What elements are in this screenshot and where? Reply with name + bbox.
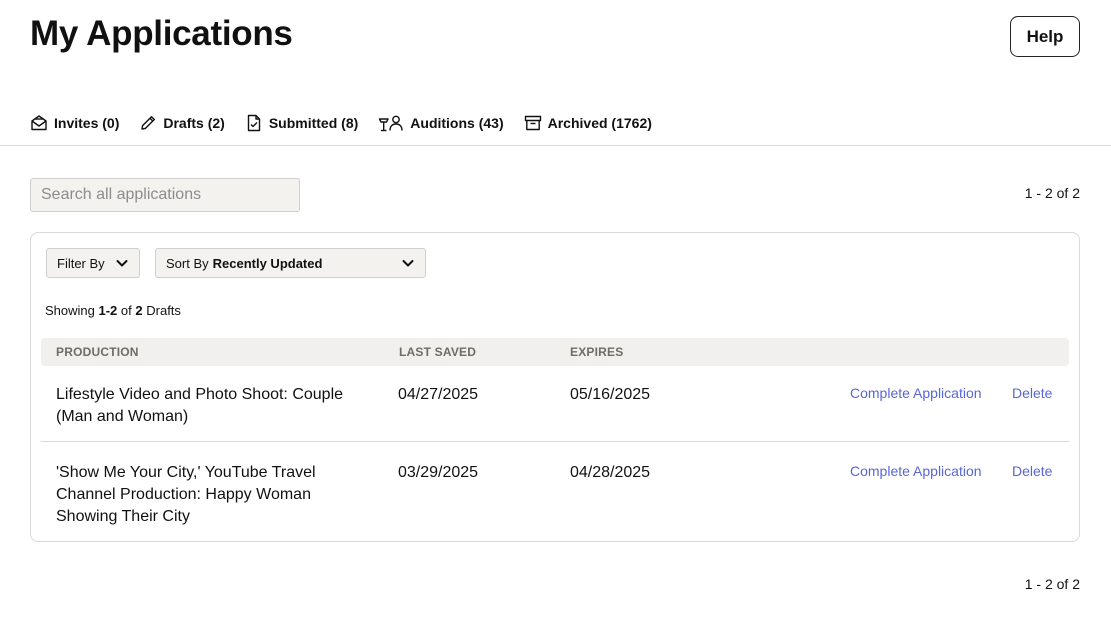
filter-by-dropdown[interactable]: Filter By — [46, 248, 140, 278]
tab-invites-label: Invites (0) — [54, 115, 120, 131]
column-header-production: PRODUCTION — [56, 345, 139, 359]
tab-submitted[interactable]: Submitted (8) — [245, 114, 358, 132]
results-summary-range: 1-2 — [98, 303, 118, 318]
filter-by-label: Filter By — [57, 255, 105, 271]
production-title: Lifestyle Video and Photo Shoot: Couple … — [56, 386, 344, 425]
last-saved-date: 03/29/2025 — [398, 464, 479, 481]
results-summary-prefix: Showing — [45, 303, 95, 318]
column-header-expires: EXPIRES — [570, 345, 624, 359]
envelope-icon — [30, 114, 48, 132]
tab-auditions-label: Auditions (43) — [410, 115, 504, 131]
drafts-panel: Filter By Sort By Recently Updated Showi… — [30, 232, 1080, 542]
tab-submitted-label: Submitted (8) — [268, 115, 359, 131]
delete-link[interactable]: Delete — [1012, 463, 1052, 479]
chevron-down-icon — [115, 256, 129, 270]
table-row: Lifestyle Video and Photo Shoot: Couple … — [41, 366, 1069, 442]
production-title: 'Show Me Your City,' YouTube Travel Chan… — [56, 464, 316, 525]
tabs-divider — [0, 145, 1111, 146]
sort-by-dropdown[interactable]: Sort By Recently Updated — [155, 248, 426, 278]
pencil-icon — [139, 114, 157, 132]
tab-archived[interactable]: Archived (1762) — [524, 114, 652, 132]
results-summary-noun: Drafts — [146, 303, 181, 318]
chevron-down-icon — [401, 256, 415, 270]
search-input[interactable] — [30, 178, 300, 212]
expires-date: 04/28/2025 — [570, 464, 651, 481]
archive-box-icon — [524, 114, 542, 132]
last-saved-date: 04/27/2025 — [398, 386, 479, 403]
expires-date: 05/16/2025 — [570, 386, 651, 403]
tab-invites[interactable]: Invites (0) — [30, 114, 119, 132]
page-title: My Applications — [30, 14, 293, 53]
column-header-last-saved: LAST SAVED — [399, 345, 477, 359]
complete-application-link[interactable]: Complete Application — [850, 385, 982, 401]
tab-drafts[interactable]: Drafts (2) — [139, 114, 225, 132]
sort-by-value: Recently Updated — [212, 255, 323, 271]
audition-people-icon — [378, 114, 404, 132]
table-header: PRODUCTION LAST SAVED EXPIRES — [41, 338, 1069, 366]
sort-by-prefix: Sort By — [166, 255, 209, 271]
tab-archived-label: Archived (1762) — [547, 115, 652, 131]
results-summary: Showing 1-2 of 2 Drafts — [45, 303, 181, 318]
complete-application-link[interactable]: Complete Application — [850, 463, 982, 479]
results-summary-total: 2 — [135, 303, 143, 318]
tab-auditions[interactable]: Auditions (43) — [378, 114, 504, 132]
document-check-icon — [245, 114, 263, 132]
delete-link[interactable]: Delete — [1012, 385, 1052, 401]
table-row: 'Show Me Your City,' YouTube Travel Chan… — [41, 442, 1069, 532]
pagination-top: 1 - 2 of 2 — [1024, 185, 1080, 201]
tab-drafts-label: Drafts (2) — [163, 115, 225, 131]
help-button[interactable]: Help — [1010, 16, 1080, 57]
results-summary-of: of — [120, 303, 132, 318]
pagination-bottom: 1 - 2 of 2 — [1024, 576, 1080, 592]
application-tabs: Invites (0) Drafts (2) Submitted (8) Aud… — [30, 112, 672, 134]
